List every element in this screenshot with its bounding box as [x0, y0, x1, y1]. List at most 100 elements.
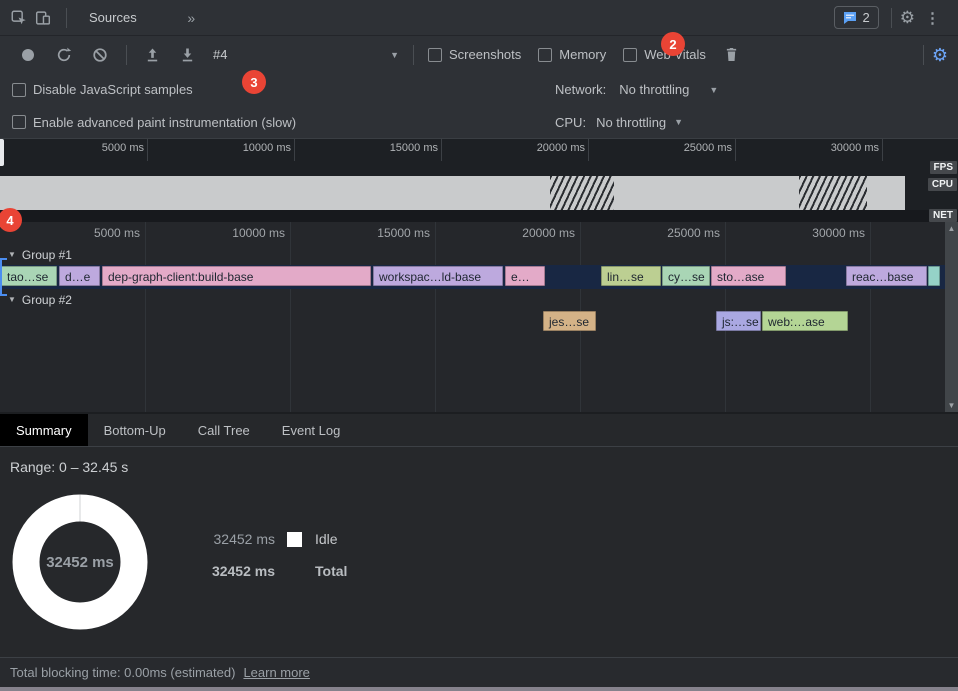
flame-chart-event[interactable]: js:…se — [716, 311, 761, 331]
checkbox-icon — [428, 48, 442, 62]
clear-recording-icon[interactable] — [82, 47, 118, 63]
inspect-element-icon[interactable] — [10, 9, 28, 27]
overview-ruler: 5000 ms 10000 ms 15000 ms 20000 ms 25000… — [0, 139, 958, 176]
reload-and-record-button[interactable] — [46, 47, 82, 63]
overview-tick: 15000 ms — [441, 139, 442, 161]
disclosure-triangle-icon: ▼ — [8, 250, 16, 259]
group-1-label: Group #1 — [22, 248, 72, 262]
overview-tick: 10000 ms — [294, 139, 295, 161]
net-track: NET — [0, 210, 958, 222]
messages-button[interactable]: 2 — [834, 6, 879, 29]
cpu-throttling-value[interactable]: No throttling — [596, 115, 666, 130]
capture-options-row-1: Disable JavaScript samples Network: No t… — [0, 73, 958, 106]
details-tab[interactable]: Call Tree — [182, 414, 266, 446]
messages-count: 2 — [863, 10, 870, 25]
chat-bubble-icon — [843, 11, 857, 25]
overview-window-left-handle[interactable] — [0, 139, 4, 166]
more-tabs-chevron[interactable]: » — [177, 10, 205, 26]
divider — [923, 45, 924, 65]
cpu-activity-area — [0, 176, 905, 210]
group-2-label: Group #2 — [22, 293, 72, 307]
profile-select[interactable]: #4 ▼ — [213, 47, 399, 62]
device-toolbar-icon[interactable] — [34, 9, 52, 27]
capture-settings-gear-icon[interactable]: ⚙ — [932, 46, 948, 64]
capture-options-row-2: Enable advanced paint instrumentation (s… — [0, 106, 958, 139]
divider — [413, 45, 414, 65]
group-2-track: jes…se js:…se web:…ase — [0, 310, 958, 334]
network-throttling-control: Network: No throttling ▼ — [555, 82, 718, 97]
disable-js-samples-checkbox[interactable]: Disable JavaScript samples — [12, 82, 193, 97]
cpu-hatch-region — [550, 176, 614, 210]
vertical-scrollbar[interactable]: ▲ ▼ — [945, 222, 958, 412]
learn-more-link[interactable]: Learn more — [243, 665, 309, 680]
cpu-throttling-label: CPU: — [555, 115, 586, 130]
checkbox-icon — [12, 83, 26, 97]
disclosure-triangle-icon: ▼ — [8, 295, 16, 304]
notification-badge[interactable]: 2 — [661, 32, 685, 56]
legend-label: Total — [315, 563, 347, 579]
performance-toolbar: #4 ▼ Screenshots Memory Web Vitals ⚙ — [0, 36, 958, 73]
delete-recording-icon[interactable] — [723, 47, 748, 62]
panel-tab[interactable]: Sources — [75, 0, 177, 36]
toolbar-checkbox[interactable]: Screenshots — [428, 47, 521, 62]
advanced-paint-label: Enable advanced paint instrumentation (s… — [33, 115, 296, 130]
details-tab[interactable]: Summary — [0, 414, 88, 446]
record-button[interactable] — [12, 49, 46, 61]
summary-pane: Range: 0 – 32.45 s 32452 ms 32452 ms Idl… — [0, 447, 958, 657]
save-profile-icon[interactable] — [170, 47, 205, 63]
cpu-track: CPU — [0, 176, 958, 210]
divider — [126, 45, 127, 65]
details-tab[interactable]: Bottom-Up — [88, 414, 182, 446]
devtools-tabbar: Elements Recorder Console Sources Networ… — [0, 0, 958, 36]
flame-chart[interactable]: 5000 ms 10000 ms 15000 ms 20000 ms 25000… — [0, 222, 958, 412]
tbt-text: Total blocking time: 0.00ms (estimated) — [10, 665, 235, 680]
legend-value: 32452 ms — [205, 563, 275, 579]
legend-label: Idle — [315, 531, 347, 547]
flame-chart-event[interactable]: lin…se — [601, 266, 661, 286]
chevron-down-icon[interactable]: ▼ — [674, 117, 683, 127]
divider — [66, 8, 67, 28]
flame-chart-event[interactable]: d…e — [59, 266, 100, 286]
flame-chart-event[interactable]: web:…ase — [762, 311, 848, 331]
donut-legend: 32452 ms Idle 32452 ms Total — [205, 531, 347, 579]
flame-chart-event[interactable]: reac…base — [846, 266, 927, 286]
net-track-label: NET — [929, 209, 957, 222]
group-1-track: tao…se d…e dep-graph-client:build-base w… — [0, 265, 958, 289]
kebab-menu-icon[interactable]: ⋮ — [915, 9, 950, 27]
network-throttling-value[interactable]: No throttling — [619, 82, 689, 97]
flame-chart-event[interactable]: jes…se — [543, 311, 596, 331]
range-text: Range: 0 – 32.45 s — [10, 459, 128, 475]
flame-chart-event[interactable]: sto…ase — [711, 266, 786, 286]
profile-select-value: #4 — [213, 47, 227, 62]
legend-swatch — [287, 532, 302, 547]
flame-chart-event[interactable] — [928, 266, 940, 286]
notification-badge[interactable]: 3 — [242, 70, 266, 94]
overview-tick: 20000 ms — [588, 139, 589, 161]
flame-chart-event[interactable]: workspac…ld-base — [373, 266, 503, 286]
timeline-overview[interactable]: 5000 ms 10000 ms 15000 ms 20000 ms 25000… — [0, 139, 958, 222]
overview-tick: 5000 ms — [147, 139, 148, 161]
group-2-header[interactable]: ▼ Group #2 — [0, 289, 958, 310]
scroll-up-icon[interactable]: ▲ — [948, 224, 956, 233]
flame-chart-event[interactable]: tao…se — [1, 266, 57, 286]
group-1-header[interactable]: ▼ Group #1 — [0, 244, 958, 265]
checkbox-icon — [623, 48, 637, 62]
load-profile-icon[interactable] — [135, 47, 170, 63]
advanced-paint-checkbox[interactable]: Enable advanced paint instrumentation (s… — [12, 115, 296, 130]
toolbar-checkbox[interactable]: Memory — [538, 47, 606, 62]
checkbox-icon — [538, 48, 552, 62]
chevron-down-icon[interactable]: ▼ — [709, 85, 718, 95]
cpu-hatch-region — [799, 176, 867, 210]
scroll-down-icon[interactable]: ▼ — [948, 401, 956, 410]
flame-chart-event[interactable]: dep-graph-client:build-base — [102, 266, 371, 286]
details-tab[interactable]: Event Log — [266, 414, 357, 446]
checkbox-icon — [12, 115, 26, 129]
record-icon — [22, 49, 34, 61]
flame-chart-event[interactable]: cy…se — [662, 266, 710, 286]
chevron-down-icon: ▼ — [390, 50, 399, 60]
devtools-window: Elements Recorder Console Sources Networ… — [0, 0, 958, 691]
network-throttling-label: Network: — [555, 82, 606, 97]
flame-chart-event[interactable]: e… — [505, 266, 545, 286]
cpu-throttling-control: CPU: No throttling ▼ — [555, 115, 683, 130]
settings-gear-icon[interactable]: ⚙ — [900, 9, 915, 26]
